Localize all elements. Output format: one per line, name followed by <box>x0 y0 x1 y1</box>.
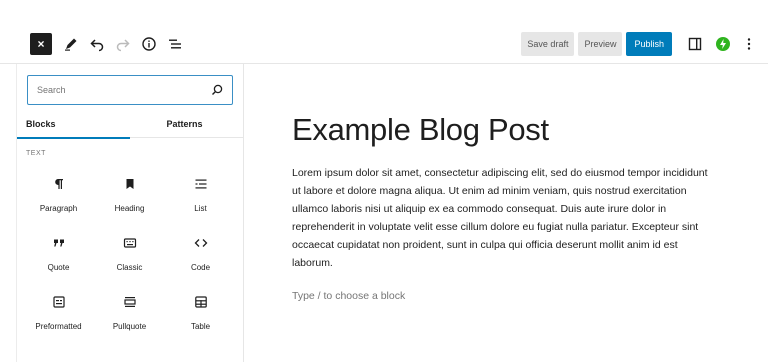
save-draft-button[interactable]: Save draft <box>521 32 575 56</box>
settings-sidebar-button[interactable] <box>684 33 706 55</box>
more-options-button[interactable] <box>738 33 760 55</box>
redo-icon <box>116 39 130 52</box>
block-list: Paragraph Heading List Quote Classic Cod… <box>23 172 237 349</box>
editor-canvas: Example Blog Post Lorem ipsum dolor sit … <box>244 64 768 362</box>
block-item-preformatted[interactable]: Preformatted <box>23 290 94 349</box>
block-label: Heading <box>114 204 145 213</box>
table-icon <box>191 292 211 312</box>
undo-icon <box>90 39 104 52</box>
block-label: Quote <box>47 263 70 272</box>
close-inserter-button[interactable]: × <box>30 33 52 55</box>
block-label: Code <box>190 263 211 272</box>
header-toolbar-left: × <box>30 32 186 56</box>
block-inserter-panel: Blocks Patterns TEXT Paragraph Heading L… <box>16 64 244 362</box>
inserter-tabs: Blocks Patterns <box>17 110 243 139</box>
header-toolbar-right: Save draft Preview Publish <box>521 32 760 56</box>
list-view-icon <box>169 39 181 49</box>
inserter-search <box>27 75 233 105</box>
block-item-quote[interactable]: Quote <box>23 231 94 290</box>
undo-button[interactable] <box>86 33 108 55</box>
block-label: Preformatted <box>35 322 82 331</box>
block-item-pullquote[interactable]: Pullquote <box>94 290 165 349</box>
preview-button[interactable]: Preview <box>578 32 623 56</box>
details-button[interactable] <box>138 33 160 55</box>
block-item-code[interactable]: Code <box>165 231 236 290</box>
block-item-table[interactable]: Table <box>165 290 236 349</box>
redo-button[interactable] <box>112 33 134 55</box>
list-view-button[interactable] <box>164 33 186 55</box>
list-icon <box>191 174 211 194</box>
paragraph-block[interactable]: Lorem ipsum dolor sit amet, consectetur … <box>292 164 712 272</box>
publish-button[interactable]: Publish <box>626 32 672 56</box>
block-label: Pullquote <box>112 322 147 331</box>
paragraph-icon <box>49 174 69 194</box>
default-block-appender[interactable]: Type / to choose a block <box>292 290 405 302</box>
block-item-classic[interactable]: Classic <box>94 231 165 290</box>
code-icon <box>191 233 211 253</box>
edit-icon <box>65 38 77 51</box>
block-item-list[interactable]: List <box>165 172 236 231</box>
tab-patterns[interactable]: Patterns <box>130 110 243 138</box>
category-label: TEXT <box>26 150 46 157</box>
jetpack-button[interactable] <box>712 33 734 55</box>
classic-icon <box>120 233 140 253</box>
close-icon: × <box>37 37 45 51</box>
preformatted-icon <box>49 292 69 312</box>
more-options-icon <box>747 38 751 50</box>
search-input[interactable] <box>37 85 211 95</box>
quote-icon <box>49 233 69 253</box>
block-label: Table <box>190 322 211 331</box>
search-icon <box>211 84 223 96</box>
block-label: List <box>194 204 207 213</box>
edit-tool-button[interactable] <box>60 33 82 55</box>
editor-header: × Save draft Preview Publish <box>0 0 768 64</box>
jetpack-icon <box>716 37 730 51</box>
details-icon <box>142 37 156 51</box>
pullquote-icon <box>120 292 140 312</box>
heading-icon <box>120 174 140 194</box>
block-label: Classic <box>116 263 143 272</box>
block-item-paragraph[interactable]: Paragraph <box>23 172 94 231</box>
post-title[interactable]: Example Blog Post <box>292 112 549 148</box>
block-label: Paragraph <box>39 204 78 213</box>
block-item-heading[interactable]: Heading <box>94 172 165 231</box>
settings-sidebar-icon <box>688 37 702 51</box>
tab-blocks[interactable]: Blocks <box>17 110 130 139</box>
